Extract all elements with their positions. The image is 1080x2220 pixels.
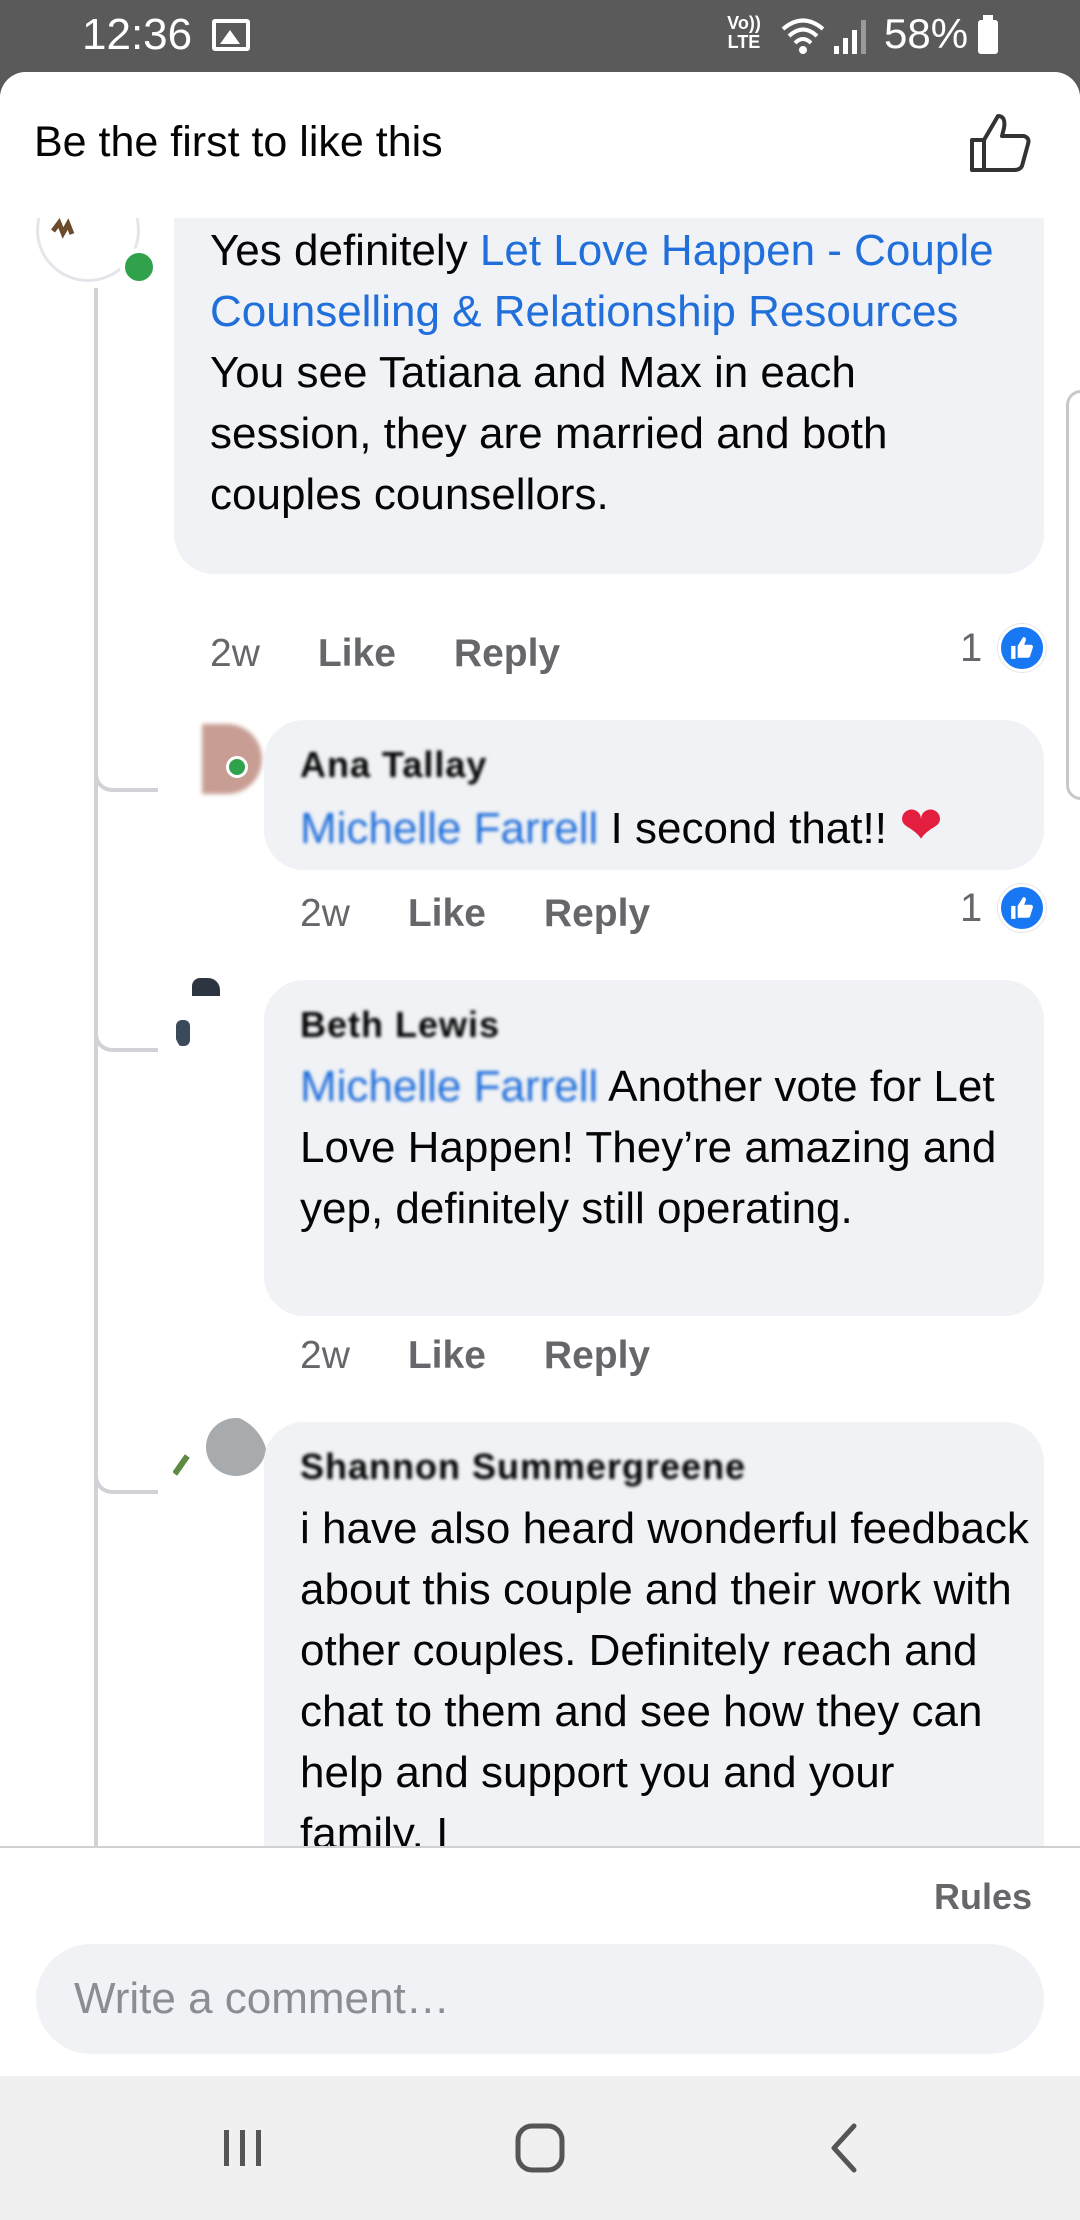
status-bar: 12:36 Vo)) LTE 58% <box>0 0 1080 72</box>
scroll-handle[interactable] <box>1066 390 1080 800</box>
heart-emoji-icon: ❤ <box>899 797 943 855</box>
rules-link[interactable]: Rules <box>934 1876 1032 1918</box>
navigation-bar <box>0 2076 1080 2220</box>
comment-actions: 2w Like Reply <box>300 1334 650 1378</box>
reply-button[interactable]: Reply <box>544 1334 650 1378</box>
like-button[interactable]: Like <box>318 632 396 676</box>
avatar[interactable] <box>172 1414 268 1510</box>
reaction-number: 1 <box>960 625 983 670</box>
like-reaction-icon <box>998 884 1047 932</box>
battery-icon <box>978 15 998 54</box>
comment-body: I second that!! <box>610 804 887 853</box>
online-status-dot <box>120 248 158 286</box>
reaction-count[interactable]: 1 <box>960 624 1047 672</box>
comment-body: i have also heard wonderful feedback abo… <box>300 1504 1029 1846</box>
comments-sheet: Be the first to like this Yes definitely… <box>0 72 1080 2076</box>
reply-button[interactable]: Reply <box>454 632 560 676</box>
comment-composer: Rules <box>0 1846 1080 2076</box>
comment-time: 2w <box>300 1334 350 1377</box>
home-icon[interactable] <box>508 2116 572 2180</box>
comment-thread: Yes definitely Let Love Happen - Couple … <box>0 218 1080 1846</box>
user-mention-link[interactable]: Michelle Farrell <box>300 1062 598 1111</box>
wifi-icon <box>781 18 825 54</box>
comment-bubble[interactable]: Shannon Summergreene i have also heard w… <box>264 1422 1044 1846</box>
reply-connector <box>94 752 158 792</box>
comment-time: 2w <box>210 632 260 675</box>
comment-bubble[interactable]: Yes definitely Let Love Happen - Couple … <box>174 218 1044 574</box>
comment-bubble[interactable]: Ana Tallay Michelle Farrell I second tha… <box>264 720 1044 870</box>
recent-apps-icon[interactable] <box>210 2116 274 2180</box>
signal-icon <box>834 20 866 54</box>
reply-connector <box>94 1012 158 1052</box>
status-time: 12:36 <box>82 10 193 59</box>
avatar[interactable] <box>172 972 268 1068</box>
like-button[interactable]: Like <box>408 1334 486 1378</box>
comment-author[interactable]: Shannon Summergreene <box>300 1444 746 1490</box>
like-button[interactable]: Like <box>408 892 486 936</box>
online-status-dot <box>226 756 248 778</box>
back-icon[interactable] <box>814 2116 878 2180</box>
reaction-number: 1 <box>960 885 983 930</box>
reply-button[interactable]: Reply <box>544 892 650 936</box>
comment-author[interactable]: Beth Lewis <box>300 1002 500 1048</box>
comment-prefix: Yes definitely <box>210 226 480 275</box>
thread-line <box>94 288 98 1846</box>
avatar[interactable] <box>172 714 268 810</box>
comment-bubble[interactable]: Beth Lewis Michelle Farrell Another vote… <box>264 980 1044 1316</box>
reply-connector <box>94 1454 158 1494</box>
user-mention-link[interactable]: Michelle Farrell <box>300 804 598 853</box>
sheet-title: Be the first to like this <box>34 118 443 166</box>
like-reaction-icon <box>998 624 1047 672</box>
like-outline-icon[interactable] <box>968 110 1034 176</box>
sheet-header: Be the first to like this <box>0 72 1080 218</box>
reaction-count[interactable]: 1 <box>960 884 1047 932</box>
battery-percent: 58% <box>884 10 969 57</box>
gallery-icon <box>212 19 250 51</box>
comment-time: 2w <box>300 892 350 935</box>
comment-input[interactable] <box>36 1944 1044 2054</box>
comment-author[interactable]: Ana Tallay <box>300 742 487 788</box>
network-label: Vo)) LTE <box>727 13 761 52</box>
comment-body: You see Tatiana and Max in each session,… <box>210 348 888 519</box>
comment-actions: 2w Like Reply <box>210 632 560 676</box>
comment-actions: 2w Like Reply <box>300 892 650 936</box>
